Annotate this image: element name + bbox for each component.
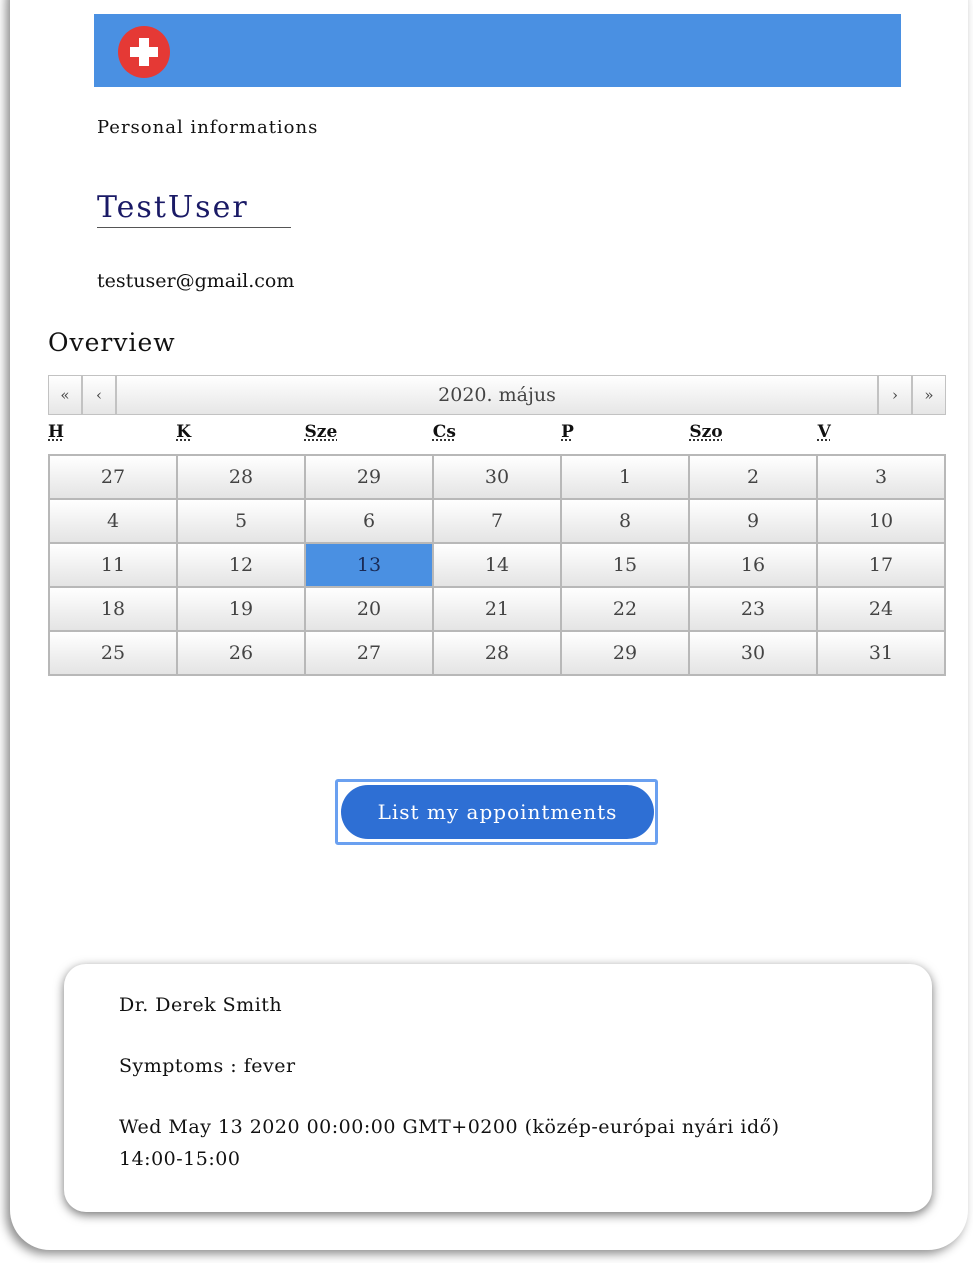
list-appointments-button[interactable]: List my appointments <box>341 785 654 839</box>
weekday-label: P <box>561 422 574 442</box>
calendar-day[interactable]: 20 <box>305 587 433 631</box>
appointment-time: 14:00-15:00 <box>119 1148 241 1170</box>
calendar-day[interactable]: 29 <box>561 631 689 675</box>
next-year-button[interactable]: » <box>912 375 946 415</box>
calendar-day[interactable]: 9 <box>689 499 817 543</box>
calendar-day-selected[interactable]: 13 <box>305 543 433 587</box>
calendar-day[interactable]: 15 <box>561 543 689 587</box>
user-email: testuser@gmail.com <box>97 270 295 292</box>
calendar-day[interactable]: 23 <box>689 587 817 631</box>
appointment-card: Dr. Derek Smith Symptoms : fever Wed May… <box>64 964 932 1212</box>
calendar-day[interactable]: 14 <box>433 543 561 587</box>
next-month-button[interactable]: › <box>878 375 912 415</box>
calendar-day-grid: 27 28 29 30 1 2 3 4 5 6 7 8 9 10 11 12 13 14 15 16 17 18 19 20 2… <box>48 454 946 676</box>
appointment-date: Wed May 13 2020 00:00:00 GMT+0200 (közép… <box>119 1116 780 1138</box>
calendar-day[interactable]: 28 <box>433 631 561 675</box>
appointment-doctor: Dr. Derek Smith <box>119 994 283 1016</box>
calendar-day[interactable]: 7 <box>433 499 561 543</box>
calendar-day[interactable]: 30 <box>689 631 817 675</box>
calendar-day[interactable]: 2 <box>689 455 817 499</box>
calendar-day[interactable]: 17 <box>817 543 945 587</box>
weekday-label: V <box>817 422 831 442</box>
weekday-label: Sze <box>304 422 338 442</box>
calendar-day[interactable]: 8 <box>561 499 689 543</box>
calendar-day[interactable]: 28 <box>177 455 305 499</box>
calendar-navigation: « ‹ 2020. május › » <box>48 375 946 415</box>
calendar-day[interactable]: 12 <box>177 543 305 587</box>
calendar-day[interactable]: 29 <box>305 455 433 499</box>
personal-info-title: Personal informations <box>97 117 319 138</box>
weekday-label: Szo <box>689 422 723 442</box>
weekday-label: K <box>176 422 192 442</box>
prev-month-button[interactable]: ‹ <box>82 375 116 415</box>
weekday-label: Cs <box>432 422 456 442</box>
prev-year-button[interactable]: « <box>48 375 82 415</box>
calendar-day[interactable]: 1 <box>561 455 689 499</box>
calendar-day[interactable]: 22 <box>561 587 689 631</box>
calendar-day[interactable]: 21 <box>433 587 561 631</box>
appointment-symptoms: Symptoms : fever <box>119 1055 296 1077</box>
calendar-day[interactable]: 18 <box>49 587 177 631</box>
calendar-day[interactable]: 19 <box>177 587 305 631</box>
calendar-day[interactable]: 26 <box>177 631 305 675</box>
weekday-label: H <box>48 422 65 442</box>
calendar-day[interactable]: 10 <box>817 499 945 543</box>
username: TestUser <box>97 190 291 228</box>
header-bar <box>94 14 901 87</box>
calendar-day[interactable]: 3 <box>817 455 945 499</box>
calendar-month-label[interactable]: 2020. május <box>116 375 878 415</box>
calendar-day[interactable]: 27 <box>305 631 433 675</box>
calendar-day[interactable]: 16 <box>689 543 817 587</box>
calendar-day[interactable]: 27 <box>49 455 177 499</box>
calendar-day[interactable]: 24 <box>817 587 945 631</box>
calendar-day[interactable]: 6 <box>305 499 433 543</box>
calendar-day[interactable]: 11 <box>49 543 177 587</box>
medical-cross-icon[interactable] <box>118 26 170 78</box>
calendar-day[interactable]: 31 <box>817 631 945 675</box>
calendar-day[interactable]: 4 <box>49 499 177 543</box>
calendar-day[interactable]: 30 <box>433 455 561 499</box>
calendar-day[interactable]: 25 <box>49 631 177 675</box>
calendar-weekday-header: H K Sze Cs P Szo V <box>48 422 946 454</box>
calendar-day[interactable]: 5 <box>177 499 305 543</box>
overview-title: Overview <box>48 328 176 357</box>
